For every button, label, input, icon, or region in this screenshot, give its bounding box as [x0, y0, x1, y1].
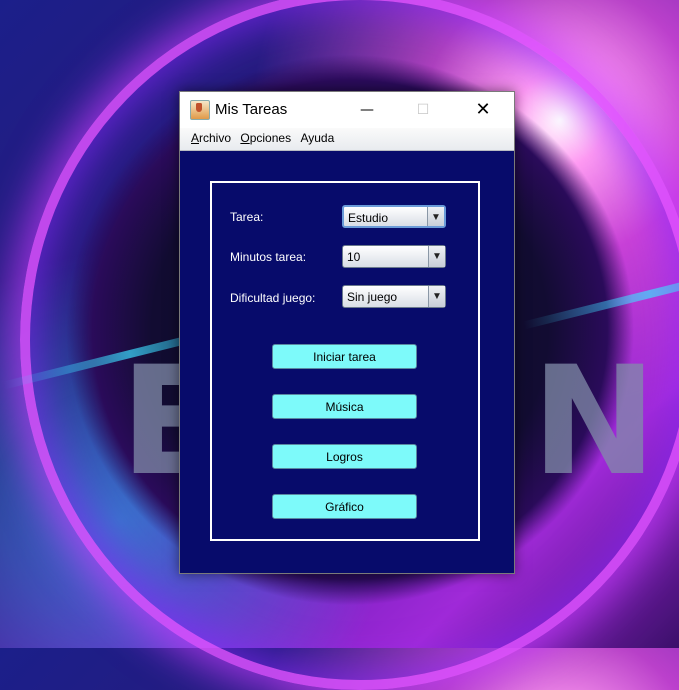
minutes-select[interactable]: 10 ▼: [342, 245, 446, 268]
task-panel: Tarea: Estudio ▼ Minutos tarea: 10 ▼ Dif…: [210, 181, 480, 541]
app-window: Mis Tareas — ☐ ✕ Archivo Opciones Ayuda …: [179, 91, 515, 574]
music-button[interactable]: Música: [272, 394, 417, 419]
achievements-button[interactable]: Logros: [272, 444, 417, 469]
start-task-button[interactable]: Iniciar tarea: [272, 344, 417, 369]
minimize-button[interactable]: —: [344, 92, 390, 128]
menu-mnemonic: A: [191, 131, 200, 145]
minutes-select-value: 10: [347, 250, 361, 264]
menu-archivo[interactable]: Archivo: [188, 128, 234, 145]
window-title: Mis Tareas: [215, 101, 288, 118]
close-button[interactable]: ✕: [460, 92, 506, 128]
title-bar[interactable]: Mis Tareas — ☐ ✕: [180, 92, 514, 128]
task-select-value: Estudio: [348, 211, 389, 225]
task-select[interactable]: Estudio ▼: [342, 205, 446, 228]
menu-bar: Archivo Opciones Ayuda: [180, 128, 514, 151]
minutes-label: Minutos tarea:: [230, 250, 307, 264]
java-app-icon: [190, 100, 210, 120]
menu-mnemonic: O: [240, 131, 250, 145]
chevron-down-icon[interactable]: ▼: [428, 286, 445, 307]
menu-opciones[interactable]: Opciones: [237, 128, 294, 145]
difficulty-select[interactable]: Sin juego ▼: [342, 285, 446, 308]
chevron-down-icon[interactable]: ▼: [427, 207, 444, 226]
content-area: Tarea: Estudio ▼ Minutos tarea: 10 ▼ Dif…: [180, 151, 514, 573]
maximize-button[interactable]: ☐: [400, 92, 446, 128]
task-label: Tarea:: [230, 210, 264, 224]
menu-label: pciones: [249, 131, 292, 145]
chart-button[interactable]: Gráfico: [272, 494, 417, 519]
difficulty-select-value: Sin juego: [347, 290, 398, 304]
difficulty-label: Dificultad juego:: [230, 291, 316, 305]
menu-ayuda[interactable]: Ayuda: [297, 128, 337, 145]
chevron-down-icon[interactable]: ▼: [428, 246, 445, 267]
menu-label: rchivo: [199, 131, 232, 145]
menu-label: Ayuda: [300, 131, 335, 145]
